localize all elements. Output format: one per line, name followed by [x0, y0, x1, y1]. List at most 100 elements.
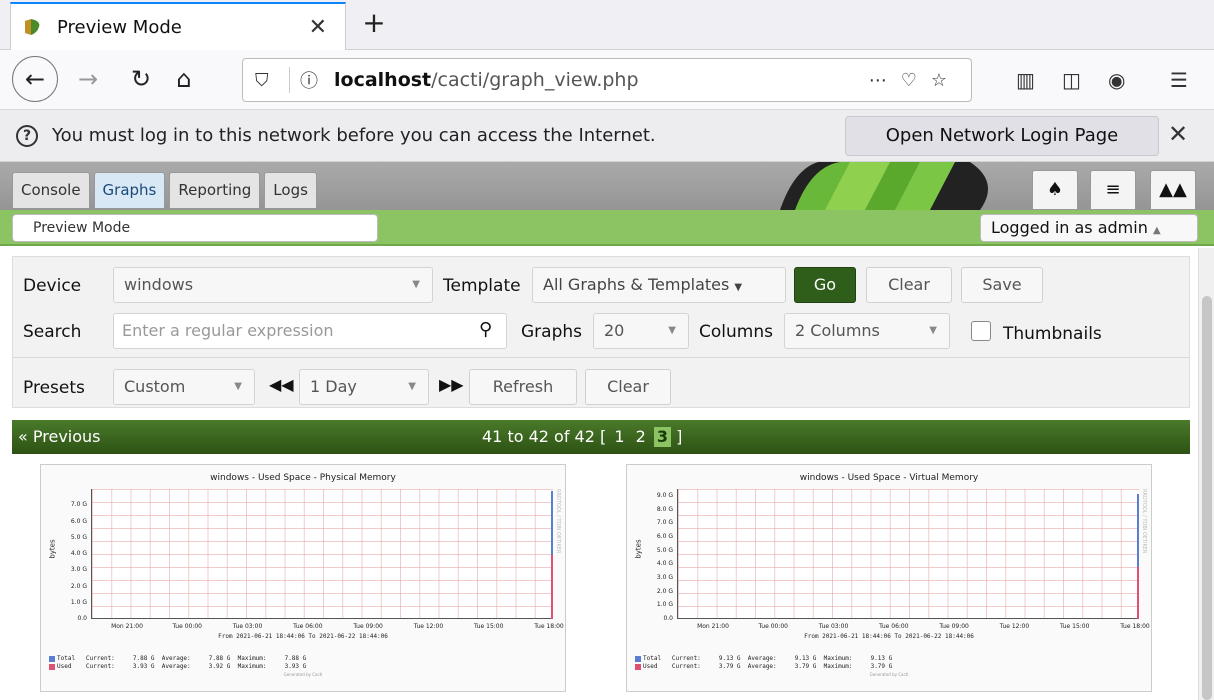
pagination-bar: « Previous 41 to 42 of 42 [ 1 2 3 ] [12, 420, 1190, 454]
graph-plot-area [677, 489, 1139, 619]
open-network-login-button[interactable]: Open Network Login Page [845, 116, 1159, 156]
tab-reporting[interactable]: Reporting [169, 172, 261, 208]
more-actions-icon[interactable]: ⋯ [869, 70, 901, 91]
close-icon[interactable]: ✕ [1168, 120, 1188, 148]
presets-select[interactable]: Custom ▼ [113, 369, 255, 405]
timespan-value: 1 Day [310, 377, 357, 396]
cacti-main-tabs: Console Graphs Reporting Logs [12, 172, 317, 208]
reload-icon[interactable]: ↻ [124, 58, 158, 100]
page-link[interactable]: 1 [611, 420, 627, 454]
scrollbar-thumb[interactable] [1202, 296, 1212, 700]
x-tick-label: Mon 21:00 [111, 623, 143, 630]
dropdown-caret-icon: ▼ [668, 325, 676, 336]
tracking-shield-icon[interactable]: ⛉ [255, 70, 279, 91]
y-tick-label: 6.0 G [70, 517, 87, 525]
new-tab-button[interactable]: + [356, 6, 392, 42]
y-tick-label: 7.0 G [70, 501, 87, 509]
go-button[interactable]: Go [794, 267, 856, 303]
account-icon[interactable]: ◉ [1108, 62, 1125, 98]
list-view-icon[interactable]: ≡ [1090, 170, 1136, 210]
tab-graphs[interactable]: Graphs [93, 172, 166, 208]
shift-back-icon[interactable]: ◀◀ [269, 375, 294, 394]
x-tick-label: Tue 18:00 [534, 623, 564, 630]
browser-tab[interactable]: Preview Mode ✕ [10, 2, 346, 50]
user-menu[interactable]: Logged in as admin ▲ [980, 214, 1198, 242]
home-icon[interactable]: ⌂ [166, 58, 202, 100]
graph-plot-area [91, 489, 553, 619]
y-tick-label: 2.0 G [656, 587, 673, 595]
cacti-favicon-icon [25, 19, 40, 35]
y-tick-label: 0.0 [663, 615, 673, 622]
url-text[interactable]: localhost/cacti/graph_view.php [334, 69, 869, 91]
dropdown-caret-icon: ▼ [929, 325, 937, 336]
tab-close-icon[interactable]: ✕ [309, 15, 327, 40]
clear-timespan-button[interactable]: Clear [585, 369, 671, 405]
preview-view-icon[interactable]: ▲▲ [1150, 170, 1196, 210]
search-input[interactable]: Enter a regular expression [113, 313, 507, 349]
previous-page-link[interactable]: « Previous [18, 420, 101, 454]
cacti-logo-art [780, 162, 988, 210]
sidebar-icon[interactable]: ◫ [1062, 62, 1081, 98]
notification-message: You must log in to this network before y… [52, 125, 656, 146]
back-button[interactable]: ← [12, 56, 58, 102]
graphs-value: 20 [604, 321, 625, 340]
navigation-toolbar: ← → ↻ ⌂ ⛉ ⓘ localhost/cacti/graph_view.p… [0, 50, 1214, 110]
thumbnails-checkbox[interactable] [971, 321, 991, 341]
legend-used: Used Current: 3.93 G Average: 3.92 G Max… [49, 663, 306, 670]
forward-button[interactable]: → [70, 58, 106, 100]
columns-select[interactable]: 2 Columns ▼ [784, 313, 950, 349]
url-bar[interactable]: ⛉ ⓘ localhost/cacti/graph_view.php ⋯♡☆ [242, 58, 972, 102]
template-select[interactable]: All Graphs & Templates ▼ [532, 267, 786, 303]
x-tick-label: Tue 12:00 [413, 623, 444, 630]
dropdown-caret-icon: ▼ [734, 282, 743, 293]
captive-portal-notification: ? You must log in to this network before… [0, 110, 1214, 162]
device-select[interactable]: windows ▼ [113, 267, 433, 303]
clear-button[interactable]: Clear [866, 267, 952, 303]
dropdown-caret-icon: ▼ [408, 381, 416, 392]
breadcrumb[interactable]: Preview Mode [12, 214, 378, 242]
tree-view-icon[interactable]: ♠ [1032, 170, 1078, 210]
previous-label: Previous [32, 427, 101, 446]
legend-used-text: Used Current: 3.93 G Average: 3.92 G Max… [57, 663, 307, 670]
tab-console[interactable]: Console [12, 172, 90, 208]
timespan-select[interactable]: 1 Day ▼ [299, 369, 429, 405]
legend-swatch [49, 663, 55, 670]
page-scrollbar[interactable] [1198, 248, 1214, 700]
graph-date-range: From 2021-06-21 18:44:06 To 2021-06-22 1… [218, 633, 388, 640]
url-host: localhost [334, 69, 432, 91]
graph-card-physical-memory[interactable]: windows - Used Space - Physical Memory b… [40, 464, 566, 692]
save-button[interactable]: Save [961, 267, 1043, 303]
graph-date-range: From 2021-06-21 18:44:06 To 2021-06-22 1… [804, 633, 974, 640]
search-label: Search [23, 322, 82, 342]
current-page: 3 [653, 427, 672, 447]
caret-up-icon: ▲ [1152, 225, 1161, 236]
y-tick-label: 3.0 G [656, 573, 673, 581]
site-info-icon[interactable]: ⓘ [300, 67, 324, 93]
x-tick-label: Tue 03:00 [232, 623, 263, 630]
bookmark-star-icon[interactable]: ☆ [931, 70, 961, 91]
graph-card-virtual-memory[interactable]: windows - Used Space - Virtual Memory by… [626, 464, 1152, 692]
rrdtool-watermark: RRDTOOL / TOBI OETIKER [555, 489, 561, 554]
graphs-per-page-select[interactable]: 20 ▼ [593, 313, 689, 349]
x-tick-label: Tue 09:00 [353, 623, 383, 630]
page-link[interactable]: 2 [633, 420, 649, 454]
library-icon[interactable]: ▥ [1016, 62, 1035, 98]
pocket-icon[interactable]: ♡ [901, 70, 931, 91]
search-icon[interactable]: ⚲ [479, 319, 492, 340]
refresh-button[interactable]: Refresh [469, 369, 577, 405]
x-tick-label: Tue 09:00 [939, 623, 969, 630]
x-tick-label: Tue 00:00 [172, 623, 203, 630]
menu-icon[interactable]: ☰ [1170, 62, 1188, 98]
legend-used-text: Used Current: 3.79 G Average: 3.79 G Max… [643, 663, 893, 670]
columns-value: 2 Columns [795, 321, 880, 340]
x-tick-label: Mon 21:00 [697, 623, 729, 630]
x-tick-label: Tue 15:00 [473, 623, 504, 630]
x-tick-label: Tue 03:00 [818, 623, 849, 630]
y-tick-label: 4.0 G [70, 550, 87, 557]
filter-divider [13, 357, 1189, 358]
x-tick-label: Tue 15:00 [1059, 623, 1090, 630]
shift-forward-icon[interactable]: ▶▶ [439, 375, 464, 394]
help-icon: ? [16, 124, 38, 147]
columns-label: Columns [699, 322, 773, 342]
tab-logs[interactable]: Logs [264, 172, 317, 208]
